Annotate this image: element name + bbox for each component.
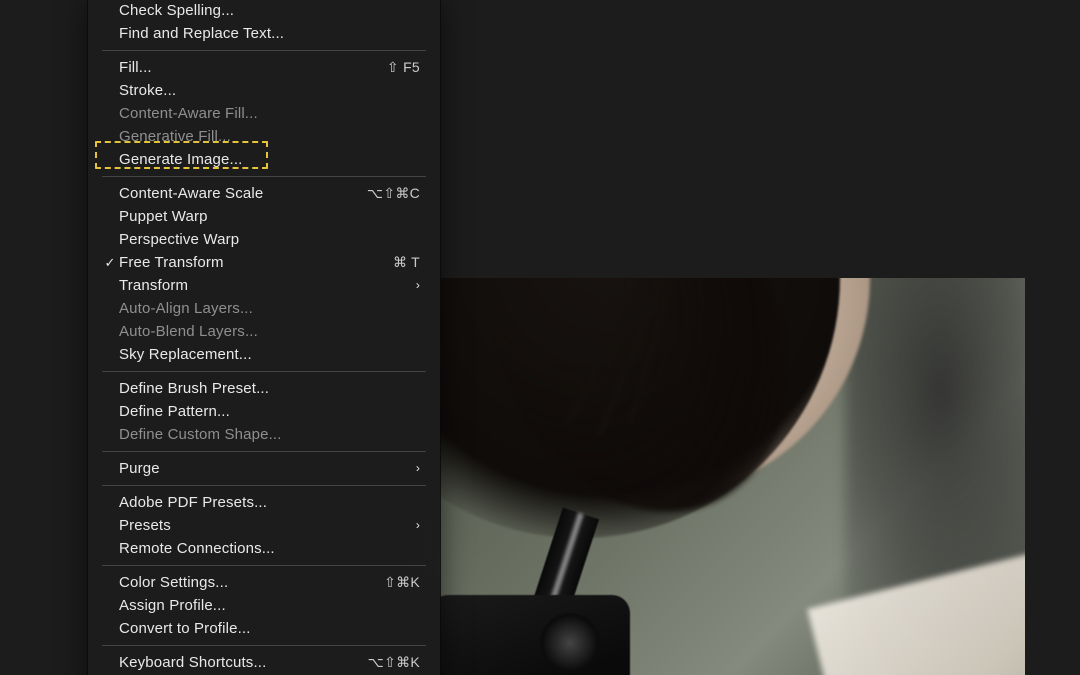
menu-item-label: Define Custom Shape... bbox=[119, 423, 420, 446]
menu-shortcut: ⌥⇧⌘K bbox=[368, 651, 420, 674]
menu-item-label: Color Settings... bbox=[119, 571, 384, 594]
menu-item-label: Auto-Align Layers... bbox=[119, 297, 420, 320]
menu-item-label: Content-Aware Scale bbox=[119, 182, 367, 205]
menu-item-label: Free Transform bbox=[119, 251, 393, 274]
menu-item-label: Perspective Warp bbox=[119, 228, 420, 251]
menu-item-label: Presets bbox=[119, 514, 408, 537]
menu-item-convert-to-profile[interactable]: Convert to Profile... bbox=[88, 617, 440, 640]
menu-item-label: Fill... bbox=[119, 56, 387, 79]
menu-item-label: Generate Image... bbox=[119, 148, 420, 171]
menu-item-content-aware-scale[interactable]: Content-Aware Scale⌥⇧⌘C bbox=[88, 182, 440, 205]
menu-item-label: Define Brush Preset... bbox=[119, 377, 420, 400]
menu-separator bbox=[102, 176, 426, 177]
menu-item-auto-blend-layers: Auto-Blend Layers... bbox=[88, 320, 440, 343]
menu-separator bbox=[102, 451, 426, 452]
menu-item-define-brush-preset[interactable]: Define Brush Preset... bbox=[88, 377, 440, 400]
menu-item-label: Convert to Profile... bbox=[119, 617, 420, 640]
menu-item-generate-image[interactable]: Generate Image... bbox=[88, 148, 440, 171]
menu-item-label: Sky Replacement... bbox=[119, 343, 420, 366]
chevron-right-icon: › bbox=[408, 274, 420, 297]
menu-shortcut: ⌥⇧⌘C bbox=[367, 182, 420, 205]
chevron-right-icon: › bbox=[408, 457, 420, 480]
menu-item-generative-fill: Generative Fill... bbox=[88, 125, 440, 148]
menu-item-assign-profile[interactable]: Assign Profile... bbox=[88, 594, 440, 617]
menu-item-label: Auto-Blend Layers... bbox=[119, 320, 420, 343]
menu-item-label: Puppet Warp bbox=[119, 205, 420, 228]
menu-item-label: Stroke... bbox=[119, 79, 420, 102]
menu-item-check-spelling[interactable]: Check Spelling... bbox=[88, 0, 440, 22]
menu-separator bbox=[102, 565, 426, 566]
menu-separator bbox=[102, 645, 426, 646]
menu-item-perspective-warp[interactable]: Perspective Warp bbox=[88, 228, 440, 251]
menu-item-label: Keyboard Shortcuts... bbox=[119, 651, 368, 674]
menu-item-stroke[interactable]: Stroke... bbox=[88, 79, 440, 102]
menu-item-define-custom-shape: Define Custom Shape... bbox=[88, 423, 440, 446]
menu-item-remote-connections[interactable]: Remote Connections... bbox=[88, 537, 440, 560]
menu-item-purge[interactable]: Purge› bbox=[88, 457, 440, 480]
menu-separator bbox=[102, 371, 426, 372]
menu-item-presets[interactable]: Presets› bbox=[88, 514, 440, 537]
document-image bbox=[440, 278, 1025, 675]
menu-shortcut: ⇧⌘K bbox=[384, 571, 420, 594]
checkmark-icon: ✓ bbox=[101, 251, 119, 274]
menu-item-label: Find and Replace Text... bbox=[119, 22, 420, 45]
menu-item-label: Assign Profile... bbox=[119, 594, 420, 617]
menu-item-puppet-warp[interactable]: Puppet Warp bbox=[88, 205, 440, 228]
chevron-right-icon: › bbox=[408, 514, 420, 537]
menu-shortcut: ⌘ T bbox=[393, 251, 420, 274]
menu-separator bbox=[102, 485, 426, 486]
menu-item-define-pattern[interactable]: Define Pattern... bbox=[88, 400, 440, 423]
menu-item-adobe-pdf-presets[interactable]: Adobe PDF Presets... bbox=[88, 491, 440, 514]
menu-item-label: Define Pattern... bbox=[119, 400, 420, 423]
menu-item-label: Content-Aware Fill... bbox=[119, 102, 420, 125]
menu-item-keyboard-shortcuts[interactable]: Keyboard Shortcuts...⌥⇧⌘K bbox=[88, 651, 440, 674]
app-canvas: Check Spelling...Find and Replace Text..… bbox=[0, 0, 1080, 675]
menu-item-label: Purge bbox=[119, 457, 408, 480]
menu-item-color-settings[interactable]: Color Settings...⇧⌘K bbox=[88, 571, 440, 594]
menu-item-label: Transform bbox=[119, 274, 408, 297]
menu-item-label: Adobe PDF Presets... bbox=[119, 491, 420, 514]
menu-item-fill[interactable]: Fill...⇧ F5 bbox=[88, 56, 440, 79]
menu-item-free-transform[interactable]: ✓Free Transform⌘ T bbox=[88, 251, 440, 274]
menu-item-sky-replacement[interactable]: Sky Replacement... bbox=[88, 343, 440, 366]
menu-shortcut: ⇧ F5 bbox=[387, 56, 420, 79]
menu-separator bbox=[102, 50, 426, 51]
menu-item-label: Remote Connections... bbox=[119, 537, 420, 560]
menu-item-find-and-replace-text[interactable]: Find and Replace Text... bbox=[88, 22, 440, 45]
menu-item-transform[interactable]: Transform› bbox=[88, 274, 440, 297]
menu-item-label: Check Spelling... bbox=[119, 0, 420, 22]
menu-item-label: Generative Fill... bbox=[119, 125, 420, 148]
edit-menu[interactable]: Check Spelling...Find and Replace Text..… bbox=[87, 0, 441, 675]
menu-item-content-aware-fill: Content-Aware Fill... bbox=[88, 102, 440, 125]
menu-item-auto-align-layers: Auto-Align Layers... bbox=[88, 297, 440, 320]
